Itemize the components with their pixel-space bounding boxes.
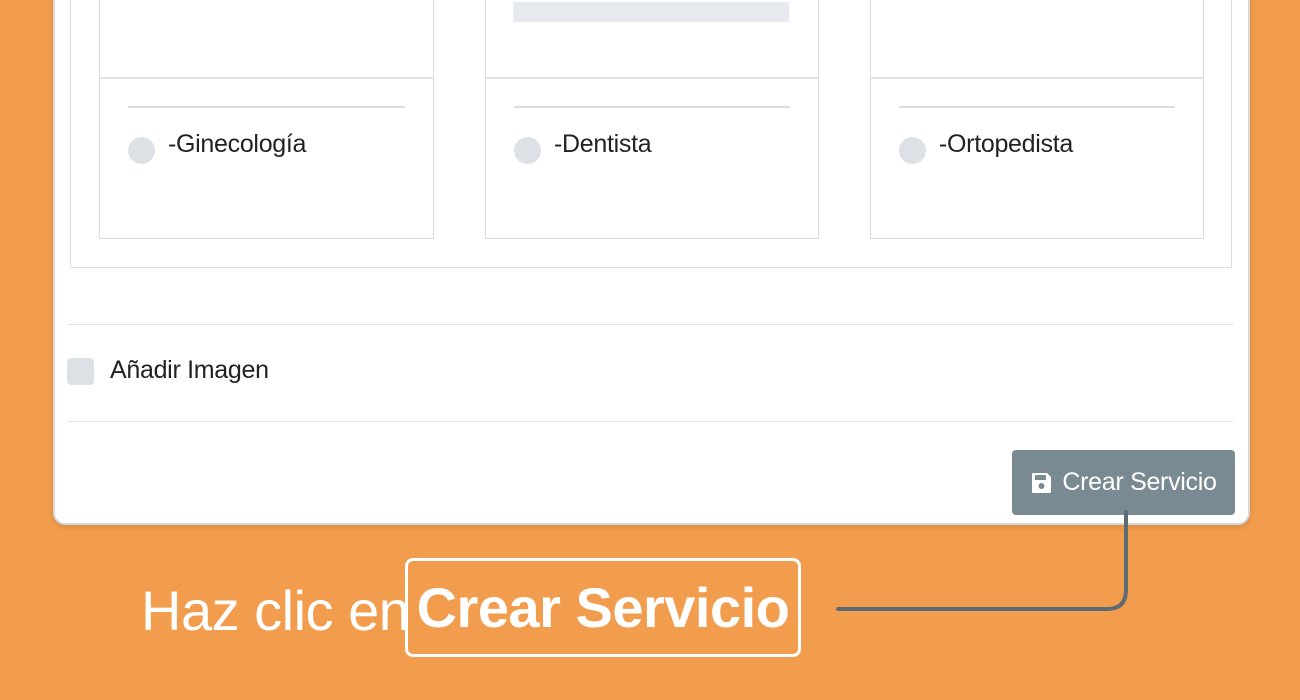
callout-prefix: Haz clic en [141,579,410,642]
callout-highlight: Crear Servicio [405,558,801,657]
